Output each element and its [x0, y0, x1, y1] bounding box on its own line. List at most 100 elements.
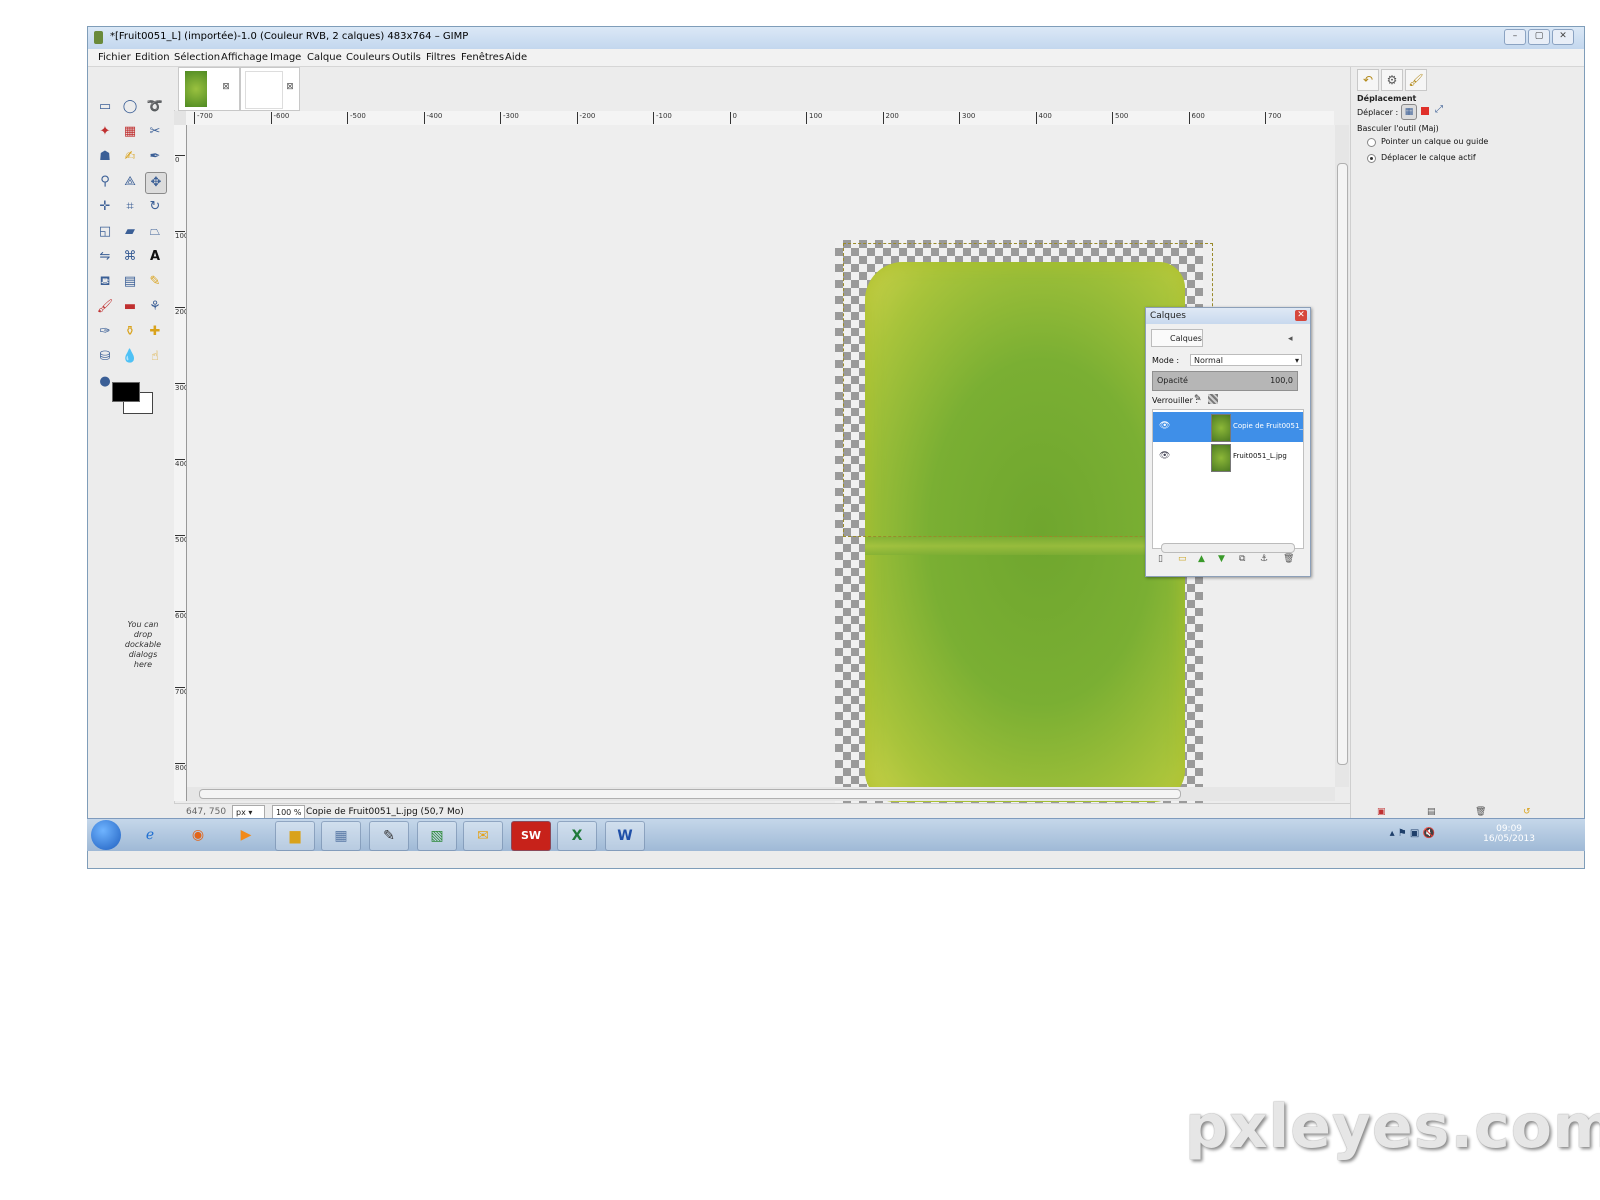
- menu-fenetres[interactable]: Fenêtres: [461, 52, 504, 63]
- close-icon[interactable]: ✕: [1295, 310, 1307, 321]
- close-button[interactable]: ✕: [1552, 29, 1574, 45]
- scroll-thumb[interactable]: [199, 789, 1181, 799]
- menu-selection[interactable]: Sélection: [174, 52, 220, 63]
- move-icon[interactable]: ✥: [145, 172, 167, 194]
- text-icon[interactable]: A: [145, 247, 165, 267]
- smudge-icon[interactable]: ☝: [145, 347, 165, 367]
- layers-horizontal-scrollbar[interactable]: [1161, 543, 1295, 553]
- anchor-layer-icon[interactable]: ⚓: [1260, 554, 1268, 564]
- paths-icon[interactable]: ✍: [120, 147, 140, 167]
- menu-calque[interactable]: Calque: [307, 52, 342, 63]
- explorer-icon[interactable]: ▆: [275, 821, 315, 851]
- start-button[interactable]: [91, 820, 121, 850]
- cage-icon[interactable]: ⌘: [120, 247, 140, 267]
- tab-layers[interactable]: Calques: [1151, 329, 1203, 347]
- ink-icon[interactable]: ✑: [95, 322, 115, 342]
- zoom-icon[interactable]: ⚲: [95, 172, 115, 192]
- ie-icon[interactable]: ℯ: [131, 821, 169, 849]
- minimize-button[interactable]: –: [1504, 29, 1526, 45]
- menu-outils[interactable]: Outils: [392, 52, 421, 63]
- perspective-clone-icon[interactable]: ⛁: [95, 347, 115, 367]
- restore-options-icon[interactable]: ▤: [1427, 807, 1436, 817]
- menu-image[interactable]: Image: [270, 52, 301, 63]
- raise-layer-icon[interactable]: ▲: [1198, 554, 1205, 564]
- color-select-icon[interactable]: ▦: [120, 122, 140, 142]
- horizontal-ruler[interactable]: -700 -600 -500 -400 -300 -200 -100 0 100 200 300 40…: [186, 111, 1334, 126]
- option-pick-layer-radio[interactable]: [1367, 138, 1376, 147]
- image-tab-blank[interactable]: ⊠: [240, 67, 300, 111]
- undo-history-tab-icon[interactable]: ↶: [1357, 69, 1379, 91]
- save-options-icon[interactable]: ▣: [1377, 807, 1386, 817]
- tool-options-tab-icon[interactable]: ⚙: [1381, 69, 1403, 91]
- clock[interactable]: 09:09 16/05/2013: [1483, 824, 1535, 844]
- eye-icon[interactable]: 👁: [1159, 421, 1170, 431]
- delete-layer-icon[interactable]: 🗑: [1283, 554, 1294, 564]
- perspective-icon[interactable]: ⏢: [145, 222, 165, 242]
- menu-affichage[interactable]: Affichage: [221, 52, 268, 63]
- blur-icon[interactable]: 💧: [120, 347, 140, 367]
- option-move-active-radio[interactable]: [1367, 154, 1376, 163]
- fuzzy-select-icon[interactable]: ✦: [95, 122, 115, 142]
- tab-menu-icon[interactable]: ◂: [1288, 334, 1293, 344]
- brushes-tab-icon[interactable]: 🖌: [1405, 69, 1427, 91]
- tray-icons[interactable]: ▴ ⚑ ▣ 🔇: [1390, 828, 1435, 839]
- pencil-icon[interactable]: ✎: [145, 272, 165, 292]
- new-group-icon[interactable]: ▭: [1178, 554, 1187, 564]
- ellipse-select-icon[interactable]: ◯: [120, 97, 140, 117]
- menu-edition[interactable]: Edition: [135, 52, 170, 63]
- maximize-button[interactable]: ▢: [1528, 29, 1550, 45]
- lock-alpha-icon[interactable]: [1208, 394, 1218, 404]
- move-selection-mode-icon[interactable]: [1421, 107, 1429, 115]
- close-tab-icon[interactable]: ⊠: [221, 82, 231, 92]
- gimp-taskbar-icon[interactable]: ✎: [369, 821, 409, 851]
- menu-couleurs[interactable]: Couleurs: [346, 52, 390, 63]
- layer-row[interactable]: 👁 Fruit0051_L.jpg: [1153, 442, 1303, 472]
- menu-fichier[interactable]: Fichier: [98, 52, 131, 63]
- mail-icon[interactable]: ✉: [463, 821, 503, 851]
- eye-icon[interactable]: 👁: [1159, 451, 1170, 461]
- foreground-select-icon[interactable]: ☗: [95, 147, 115, 167]
- firefox-icon[interactable]: ◉: [179, 821, 217, 849]
- excel-icon[interactable]: X: [557, 821, 597, 851]
- move-path-mode-icon[interactable]: ⤢: [1435, 104, 1443, 115]
- paintbrush-icon[interactable]: 🖌: [95, 297, 115, 317]
- lasso-icon[interactable]: ➰: [145, 97, 165, 117]
- close-tab-icon[interactable]: ⊠: [285, 82, 295, 92]
- flip-icon[interactable]: ⇋: [95, 247, 115, 267]
- eraser-icon[interactable]: ▬: [120, 297, 140, 317]
- delete-options-icon[interactable]: 🗑: [1475, 807, 1486, 817]
- menu-filtres[interactable]: Filtres: [426, 52, 456, 63]
- app-icon[interactable]: ▧: [417, 821, 457, 851]
- word-icon[interactable]: W: [605, 821, 645, 851]
- reset-options-icon[interactable]: ↺: [1523, 807, 1531, 817]
- gradient-icon[interactable]: ▤: [120, 272, 140, 292]
- mode-select[interactable]: Normal ▾: [1190, 354, 1302, 366]
- move-layer-mode-icon[interactable]: ▦: [1401, 104, 1417, 120]
- airbrush-icon[interactable]: ⚘: [145, 297, 165, 317]
- vertical-scrollbar[interactable]: [1335, 125, 1349, 787]
- lower-layer-icon[interactable]: ▼: [1218, 554, 1225, 564]
- foreground-color-swatch[interactable]: [112, 382, 140, 402]
- image-tab-fruit[interactable]: ⊠: [178, 67, 240, 111]
- scale-icon[interactable]: ◱: [95, 222, 115, 242]
- vertical-ruler[interactable]: 0 100 200 300 400 500 600 700 800: [174, 125, 187, 801]
- heal-icon[interactable]: ✚: [145, 322, 165, 342]
- new-layer-icon[interactable]: ▯: [1158, 554, 1163, 564]
- scissors-icon[interactable]: ✂: [145, 122, 165, 142]
- calculator-icon[interactable]: ▦: [321, 821, 361, 851]
- measure-icon[interactable]: ⟁: [120, 172, 140, 192]
- shear-icon[interactable]: ▰: [120, 222, 140, 242]
- scroll-thumb[interactable]: [1337, 163, 1348, 765]
- duplicate-layer-icon[interactable]: ⧉: [1239, 554, 1245, 564]
- rotate-icon[interactable]: ↻: [145, 197, 165, 217]
- color-picker-icon[interactable]: ✒: [145, 147, 165, 167]
- clone-icon[interactable]: ⚱: [120, 322, 140, 342]
- rect-select-icon[interactable]: ▭: [95, 97, 115, 117]
- align-icon[interactable]: ✛: [95, 197, 115, 217]
- bucket-fill-icon[interactable]: ⛾: [95, 272, 115, 292]
- menu-aide[interactable]: Aide: [505, 52, 527, 63]
- crop-icon[interactable]: ⌗: [120, 197, 140, 217]
- lock-pixels-icon[interactable]: ✎: [1194, 394, 1202, 404]
- horizontal-scrollbar[interactable]: [187, 787, 1335, 801]
- opacity-slider[interactable]: Opacité 100,0: [1152, 371, 1298, 391]
